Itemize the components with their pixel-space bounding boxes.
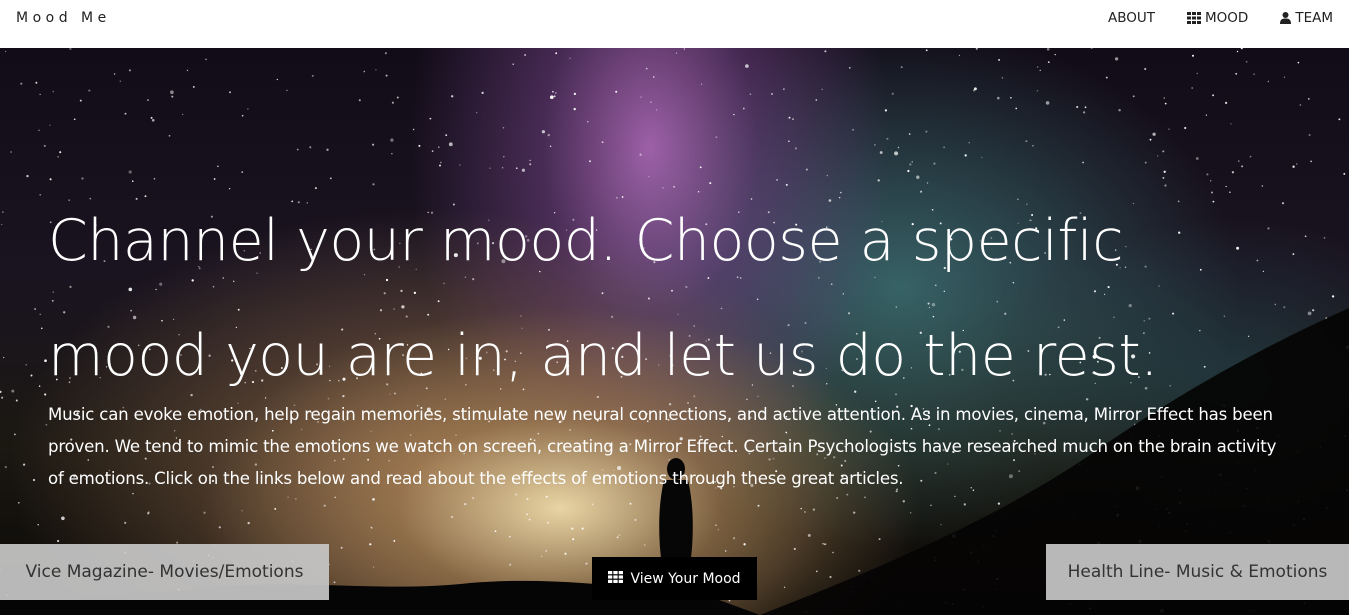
nav-menu: ABOUT MOOD TEAM (1108, 10, 1333, 26)
nav-item-team[interactable]: TEAM (1280, 10, 1333, 26)
view-mood-label: View Your Mood (630, 570, 741, 587)
paragraph-line: of emotions. Click on the links below an… (48, 469, 904, 488)
headline-line: Channel your mood. Choose a specific (48, 208, 1124, 274)
hero-headline: Channel your mood. Choose a specific moo… (48, 184, 1248, 414)
nav-item-about[interactable]: ABOUT (1108, 10, 1155, 26)
hero-paragraph: Music can evoke emotion, help regain mem… (48, 399, 1308, 495)
hero-section: Channel your mood. Choose a specific moo… (0, 48, 1349, 615)
nav-item-mood[interactable]: MOOD (1187, 10, 1248, 26)
paragraph-line: proven. We tend to mimic the emotions we… (48, 437, 1277, 456)
vice-magazine-link-button[interactable]: Vice Magazine- Movies/Emotions (0, 544, 329, 600)
user-icon (1280, 12, 1292, 24)
grid-icon (608, 570, 624, 587)
nav-item-label: MOOD (1205, 10, 1249, 26)
headline-line: mood you are in, and let us do the rest. (48, 323, 1158, 389)
brand-logo[interactable]: Mood Me (16, 10, 111, 26)
health-line-link-button[interactable]: Health Line- Music & Emotions (1046, 544, 1349, 600)
nav-item-label: ABOUT (1108, 10, 1156, 26)
paragraph-line: Music can evoke emotion, help regain mem… (48, 405, 1273, 424)
grid-icon (1187, 12, 1202, 24)
top-navbar: Mood Me ABOUT MOOD TEAM (0, 0, 1349, 48)
view-mood-button[interactable]: View Your Mood (592, 557, 757, 600)
nav-item-label: TEAM (1295, 10, 1333, 26)
